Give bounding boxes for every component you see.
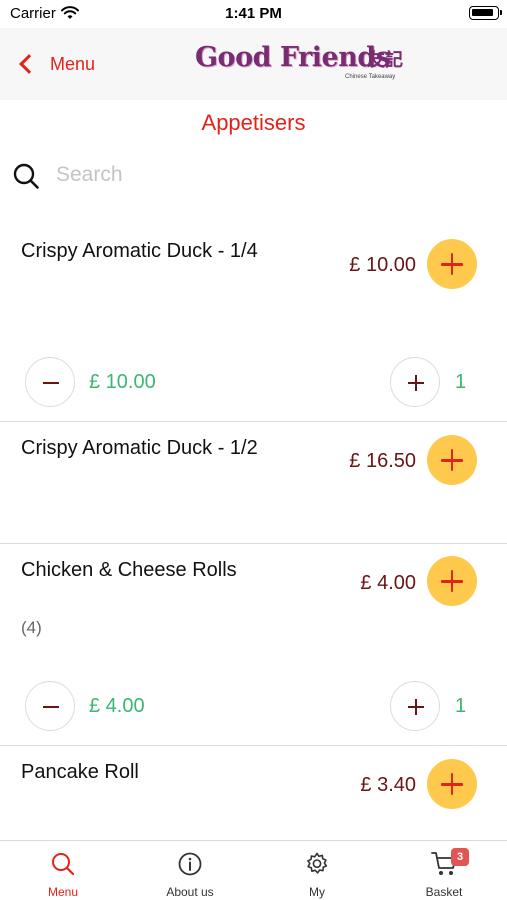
info-icon (177, 851, 203, 877)
search-icon (50, 851, 76, 877)
search-input[interactable] (56, 158, 486, 192)
page-title: Appetisers (201, 110, 306, 135)
brand-logo: Good Friends 友記 Chinese Takeaway (195, 42, 405, 86)
item-name: Pancake Roll (21, 761, 139, 783)
item-price: £ 10.00 (349, 254, 416, 276)
menu-item: Crispy Aromatic Duck - 1/2 £ 16.50 (0, 422, 507, 544)
add-to-basket-button[interactable] (427, 239, 477, 289)
navigation-bar: Menu Good Friends 友記 Chinese Takeaway (0, 28, 507, 100)
tab-basket[interactable]: 3 Basket (381, 841, 507, 900)
menu-item: Crispy Aromatic Duck - 1/4 £ 10.00 £ 10.… (0, 222, 507, 422)
item-name: Crispy Aromatic Duck - 1/2 (21, 437, 258, 459)
logo-subtitle: Chinese Takeaway (345, 74, 396, 80)
quantity-count: 1 (455, 695, 467, 717)
search-icon (12, 162, 40, 190)
add-to-basket-button[interactable] (427, 759, 477, 809)
decrease-quantity-button[interactable] (25, 357, 75, 407)
item-price: £ 16.50 (349, 450, 416, 472)
tab-my[interactable]: My (254, 841, 380, 900)
item-price: £ 3.40 (360, 774, 416, 796)
status-bar: Carrier 1:41 PM (0, 0, 507, 28)
decrease-quantity-button[interactable] (25, 681, 75, 731)
logo-wordmark: Good Friends (195, 42, 391, 73)
tab-my-label: My (309, 885, 325, 899)
basket-count-badge: 3 (451, 848, 469, 866)
tab-basket-label: Basket (425, 885, 463, 899)
clock-time: 1:41 PM (225, 5, 282, 22)
increase-quantity-button[interactable] (390, 357, 440, 407)
add-to-basket-button[interactable] (427, 435, 477, 485)
tab-about-us-label: About us (166, 885, 214, 899)
search-bar (0, 150, 507, 200)
menu-item: Pancake Roll £ 3.40 (0, 746, 507, 840)
back-button-label: Menu (50, 53, 96, 74)
line-total: £ 10.00 (89, 371, 156, 393)
menu-item: Chicken & Cheese Rolls £ 4.00 (4) £ 4.00… (0, 544, 507, 746)
item-name: Crispy Aromatic Duck - 1/4 (21, 240, 258, 262)
battery-icon (469, 6, 502, 20)
chevron-left-icon (19, 54, 39, 74)
logo-chinese-characters: 友記 (367, 50, 403, 71)
quantity-count: 1 (455, 371, 467, 393)
tab-bar: Menu About us My 3 Basket (0, 840, 507, 900)
increase-quantity-button[interactable] (390, 681, 440, 731)
item-price: £ 4.00 (360, 572, 416, 594)
tab-menu-label: Menu (47, 885, 79, 899)
item-portion-note: (4) (21, 618, 42, 637)
back-button[interactable]: Menu (14, 48, 95, 80)
item-name: Chicken & Cheese Rolls (21, 559, 237, 581)
tab-about-us[interactable]: About us (127, 841, 253, 900)
line-total: £ 4.00 (89, 695, 145, 717)
add-to-basket-button[interactable] (427, 556, 477, 606)
tab-menu[interactable]: Menu (0, 841, 126, 900)
gear-icon (304, 851, 330, 877)
